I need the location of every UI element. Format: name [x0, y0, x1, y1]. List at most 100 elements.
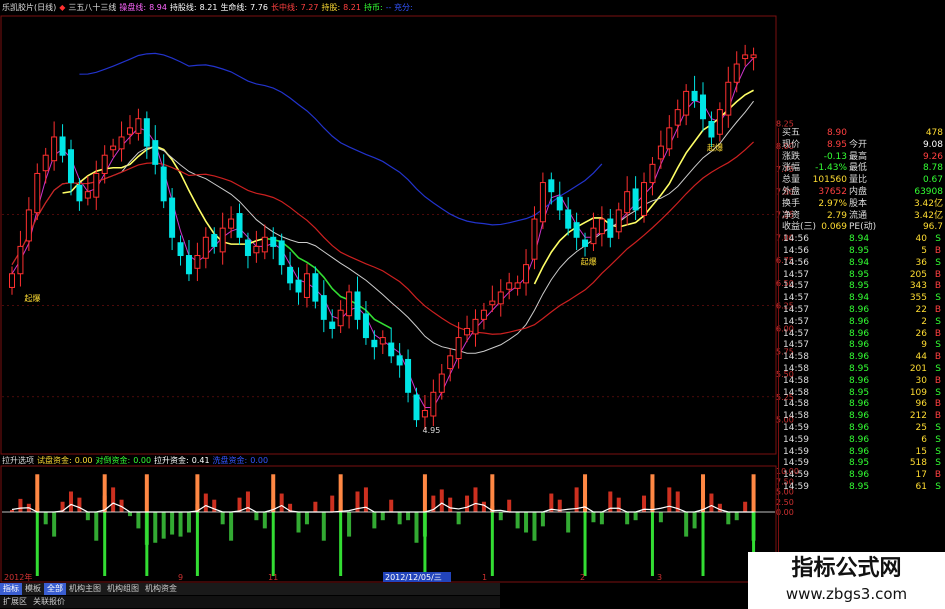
tick-price: 8.96 [849, 375, 870, 386]
trade-tick-row: 14:59 8.95 518 S [779, 458, 945, 470]
quote-label: 现价 [782, 139, 801, 150]
candle-body [674, 109, 681, 126]
trade-tick-row: 14:57 8.96 26 B [779, 329, 945, 341]
tick-side: B [934, 304, 941, 315]
extension-tab-1[interactable]: 关联报价 [30, 596, 68, 608]
trade-tick-row: 14:58 8.95 109 S [779, 388, 945, 400]
tab-1[interactable]: 模板 [22, 583, 44, 595]
sub-indicator-bar [717, 503, 722, 512]
tick-time: 14:59 [783, 446, 809, 457]
tick-price: 8.94 [849, 293, 870, 304]
title-bar-item: 7.27 [300, 3, 319, 12]
title-bar-item: 长中线: [270, 3, 298, 12]
sub-indicator-bar [599, 512, 604, 525]
tick-volume: 9 [921, 340, 927, 351]
tab-3[interactable]: 机构主图 [66, 583, 104, 595]
tick-side: B [934, 245, 941, 256]
quote-row: 涨跌 -0.13 最高 9.26 [779, 152, 945, 164]
trade-tick-row: 14:58 8.96 96 B [779, 399, 945, 411]
quote-label: 涨跌 [782, 151, 801, 162]
site-watermark: 指标公式网 www.zbgs3.com [748, 552, 945, 609]
candle-body [733, 63, 740, 83]
tick-price: 8.96 [849, 411, 870, 422]
candle-body [683, 90, 690, 116]
candle-body [143, 118, 150, 147]
candlestick-series [9, 44, 757, 430]
wash-signal-bar [701, 512, 705, 576]
candle-body [67, 149, 74, 184]
trade-tick-row: 14:59 8.95 61 S [779, 482, 945, 494]
tick-time: 14:57 [783, 269, 809, 280]
wash-signal-bar [339, 512, 343, 576]
tick-volume: 2 [921, 316, 927, 327]
sub-panel-frame [0, 465, 777, 583]
tick-side: B [934, 352, 941, 363]
tick-price: 8.95 [849, 458, 870, 469]
quote-value: 37652 [818, 186, 847, 197]
candle-body [531, 218, 538, 260]
candle-body [278, 240, 285, 266]
price-tick-label: 8.25 [776, 119, 794, 128]
candle-body [295, 279, 302, 293]
quote-value: 2.97% [818, 198, 847, 209]
quote-value: 8.95 [826, 139, 847, 150]
start-signal-label: 起爆 [581, 257, 597, 267]
date-label: 3 [657, 573, 662, 582]
candle-body [202, 236, 209, 259]
tick-volume: 6 [921, 434, 927, 445]
sub-indicator-bar [726, 512, 731, 525]
candle-body [489, 300, 496, 306]
title-bar-item: 8.21 [199, 3, 218, 12]
sub-legend-item: 0.00 [133, 456, 152, 465]
quote-value: 101560 [812, 175, 847, 186]
quote-label: 股本 [849, 198, 868, 209]
candle-body [337, 309, 344, 327]
candle-body [160, 166, 167, 202]
sub-legend-item: 对倒资金: [95, 456, 131, 465]
title-bar-item: 持币: [363, 3, 383, 12]
quote-label: 量比 [849, 175, 868, 186]
candle-body [219, 227, 226, 253]
title-bar-item: 操盘线: [119, 3, 147, 12]
tab-5[interactable]: 机构资金 [142, 583, 180, 595]
sub-indicator-bar [68, 491, 73, 512]
candle-body [641, 182, 648, 216]
tick-time: 14:57 [783, 340, 809, 351]
tick-volume: 36 [915, 257, 927, 268]
sub-indicator-bar [111, 487, 116, 512]
sub-indicator-bar [743, 501, 748, 512]
sub-indicator-bar [684, 512, 689, 537]
tab-0[interactable]: 指标 [0, 583, 22, 595]
wash-signal-bar [271, 512, 275, 576]
quote-value: 0.67 [922, 175, 943, 186]
candle-body [405, 358, 412, 393]
tick-side: S [935, 257, 941, 268]
extension-tab-0[interactable]: 扩展区 [0, 596, 30, 608]
tab-2[interactable]: 全部 [44, 583, 66, 595]
sub-indicator-bar [498, 512, 503, 521]
tick-time: 14:56 [783, 234, 809, 245]
tick-price: 8.96 [849, 352, 870, 363]
candle-body [84, 191, 91, 199]
sub-indicator-bar [709, 493, 714, 512]
fast-ma-line [11, 57, 754, 408]
candle-body [632, 188, 639, 211]
tick-price: 8.96 [849, 328, 870, 339]
wash-signal-bar [35, 512, 39, 576]
lift-signal-bar [144, 474, 149, 512]
sub-indicator-bar [540, 512, 545, 527]
title-bar-item: 8.21 [343, 3, 361, 12]
lift-signal-bar [338, 474, 343, 512]
tick-price: 8.96 [849, 399, 870, 410]
date-label: 9 [178, 573, 183, 582]
tick-volume: 205 [909, 269, 927, 280]
sub-indicator-bar [625, 512, 630, 525]
candle-body [573, 222, 580, 238]
lift-signal-bar [701, 474, 706, 512]
candle-body [539, 182, 546, 223]
tick-price: 8.95 [849, 481, 870, 492]
quote-label: 内盘 [849, 186, 868, 197]
trade-tick-row: 14:57 8.96 22 B [779, 305, 945, 317]
tab-4[interactable]: 机构组图 [104, 583, 142, 595]
candle-body [185, 255, 192, 275]
